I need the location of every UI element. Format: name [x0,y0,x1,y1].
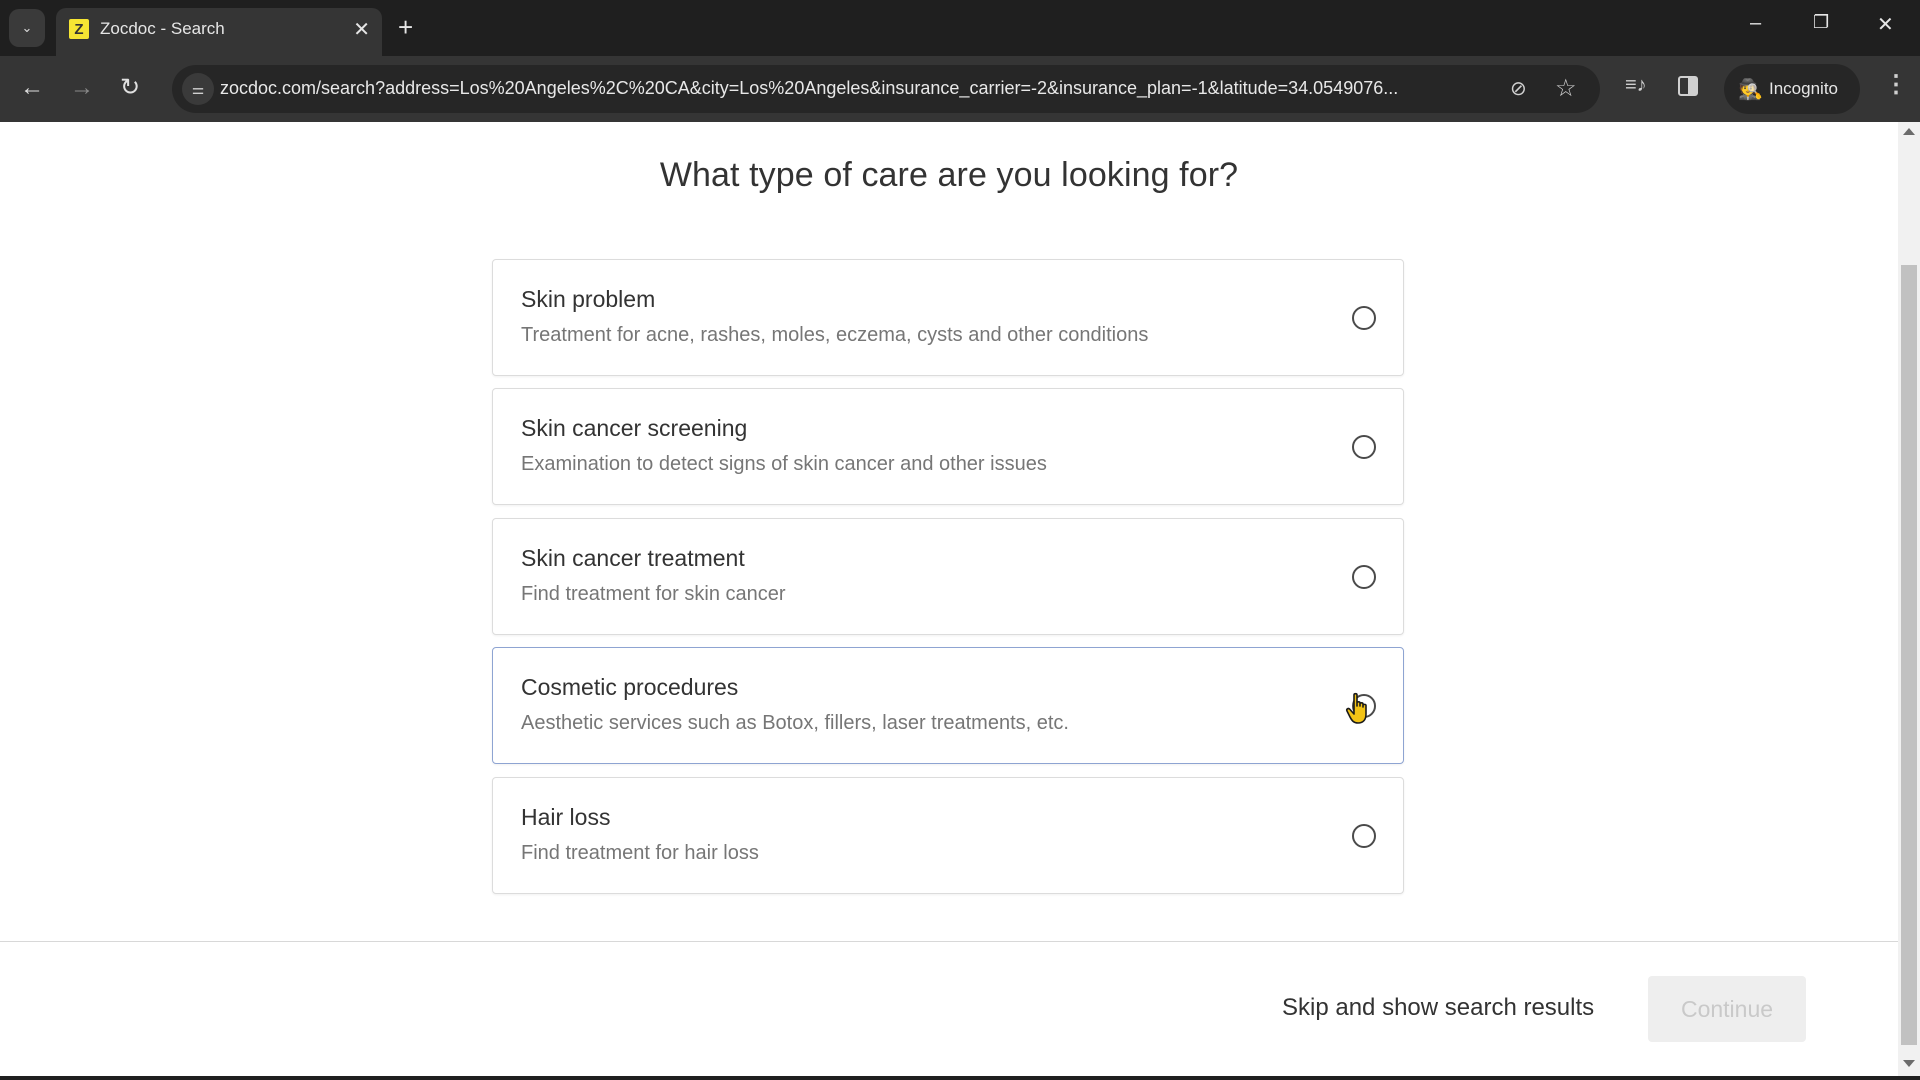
tab-title: Zocdoc - Search [100,19,225,38]
scrollbar-thumb[interactable] [1901,265,1917,1045]
scroll-up-arrow-icon[interactable] [1903,128,1915,135]
browser-toolbar: ← → ↻ ⚌ zocdoc.com/search?address=Los%20… [0,56,1920,122]
care-option-skin-cancer-treatment[interactable]: Skin cancer treatment Find treatment for… [492,518,1404,635]
care-option-skin-problem[interactable]: Skin problem Treatment for acne, rashes,… [492,259,1404,376]
footer-divider [0,941,1898,942]
browser-tab[interactable]: Z Zocdoc - Search ✕ [56,8,382,56]
back-icon[interactable]: ← [20,74,44,102]
url-text[interactable]: zocdoc.com/search?address=Los%20Angeles%… [220,78,1520,99]
site-info-icon[interactable]: ⚌ [182,73,214,105]
hand-cursor-icon [1345,692,1367,724]
tab-search-button[interactable]: ⌄ [9,9,45,47]
incognito-icon: 🕵 [1738,79,1763,101]
continue-button[interactable]: Continue [1648,976,1806,1042]
side-panel-icon[interactable] [1678,76,1698,96]
option-title: Skin cancer treatment [521,545,745,571]
care-option-skin-cancer-screening[interactable]: Skin cancer screening Examination to det… [492,388,1404,505]
new-tab-button[interactable]: + [398,12,413,42]
skip-and-show-results-link[interactable]: Skip and show search results [1282,994,1594,1022]
reload-icon[interactable]: ↻ [120,74,140,102]
kebab-menu-icon[interactable]: ⋮ [1884,70,1908,99]
radio-button[interactable] [1352,824,1376,848]
care-option-cosmetic-procedures[interactable]: Cosmetic procedures Aesthetic services s… [492,647,1404,764]
window-close-icon[interactable]: ✕ [1877,12,1894,37]
tab-strip: ⌄ Z Zocdoc - Search ✕ + – ❐ ✕ [0,0,1920,56]
taskbar-edge [0,1076,1920,1080]
radio-button[interactable] [1352,306,1376,330]
radio-button[interactable] [1352,565,1376,589]
option-description: Examination to detect signs of skin canc… [521,453,1047,475]
forward-icon[interactable]: → [70,74,94,102]
care-option-hair-loss[interactable]: Hair loss Find treatment for hair loss [492,777,1404,894]
option-title: Cosmetic procedures [521,674,739,700]
address-bar[interactable]: ⚌ zocdoc.com/search?address=Los%20Angele… [172,65,1600,113]
tab-close-icon[interactable]: ✕ [353,17,370,42]
minimize-icon[interactable]: – [1750,12,1761,35]
option-description: Find treatment for skin cancer [521,583,786,605]
vertical-scrollbar[interactable] [1898,122,1920,1076]
option-description: Aesthetic services such as Botox, filler… [521,712,1069,734]
bookmark-star-icon[interactable]: ☆ [1555,74,1577,103]
page-content: What type of care are you looking for? S… [0,122,1898,1076]
incognito-badge[interactable]: 🕵 Incognito [1724,64,1860,114]
radio-button[interactable] [1352,435,1376,459]
option-title: Skin cancer screening [521,415,748,441]
scroll-down-arrow-icon[interactable] [1903,1060,1915,1067]
chevron-down-icon: ⌄ [21,20,33,35]
zocdoc-favicon-icon: Z [69,19,89,39]
eye-off-icon[interactable]: ⊘ [1510,76,1527,101]
option-title: Skin problem [521,286,656,312]
media-control-icon[interactable]: ≡♪ [1625,74,1647,97]
option-title: Hair loss [521,804,611,830]
restore-icon[interactable]: ❐ [1813,12,1829,33]
page-title: What type of care are you looking for? [659,156,1239,194]
option-description: Find treatment for hair loss [521,842,759,864]
option-description: Treatment for acne, rashes, moles, eczem… [521,324,1149,346]
incognito-label: Incognito [1769,79,1838,98]
